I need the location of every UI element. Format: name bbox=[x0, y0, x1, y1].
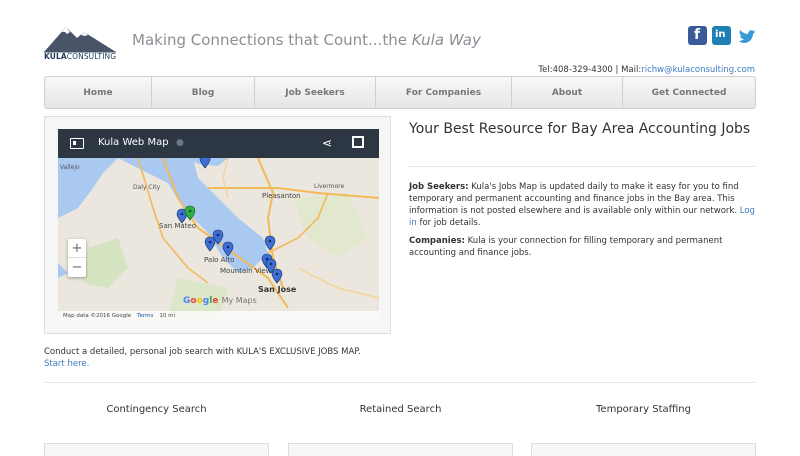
map-caption-text: Conduct a detailed, personal job search … bbox=[44, 347, 361, 357]
label-daly-city: Daly City bbox=[133, 184, 161, 191]
section-divider bbox=[44, 382, 756, 383]
facebook-glyph: f bbox=[694, 27, 701, 43]
embedded-map[interactable]: Kula Web Map ● ⋖ Vallejo Daly City San M… bbox=[58, 129, 379, 321]
label-san-jose: San Jose bbox=[258, 285, 297, 294]
twitter-bird-icon bbox=[739, 30, 755, 43]
my-maps-text: My Maps bbox=[221, 296, 257, 305]
nav-get-connected[interactable]: Get Connected bbox=[623, 77, 755, 108]
nav-about[interactable]: About bbox=[512, 77, 623, 108]
contingency-search-card[interactable] bbox=[44, 443, 269, 456]
terms-link[interactable]: Terms bbox=[137, 313, 153, 319]
zoom-out-button[interactable]: − bbox=[68, 258, 86, 277]
twitter-icon[interactable] bbox=[737, 26, 756, 45]
share-icon[interactable]: ⋖ bbox=[322, 136, 332, 150]
companies-paragraph: Companies: Kula is your connection for f… bbox=[409, 235, 755, 259]
tagline-emphasis: Kula Way bbox=[411, 31, 481, 49]
label-mountain-view: Mountain View bbox=[220, 267, 272, 275]
map-scale: 10 mi bbox=[159, 313, 175, 319]
mountain-logo-icon bbox=[44, 27, 116, 53]
map-toolbar: Kula Web Map ● ⋖ bbox=[58, 129, 379, 158]
map-dot-icon: ● bbox=[176, 138, 184, 148]
main-nav: Home Blog Job Seekers For Companies Abou… bbox=[44, 76, 756, 109]
contingency-search-title[interactable]: Contingency Search bbox=[44, 404, 269, 415]
tagline-prefix: Making Connections that Count...the bbox=[132, 31, 412, 49]
linkedin-icon[interactable]: in bbox=[712, 26, 731, 45]
google-logo: Google My Maps bbox=[183, 296, 257, 306]
label-livermore: Livermore bbox=[314, 183, 344, 190]
phone-text: Tel:408-329-4300 | Mail: bbox=[538, 65, 642, 75]
nav-for-companies[interactable]: For Companies bbox=[376, 77, 512, 108]
nav-home[interactable]: Home bbox=[45, 77, 152, 108]
page-heading: Your Best Resource for Bay Area Accounti… bbox=[409, 121, 751, 137]
job-seekers-label: Job Seekers: bbox=[409, 182, 469, 192]
start-here-link[interactable]: Start here. bbox=[44, 359, 89, 369]
map-caption: Conduct a detailed, personal job search … bbox=[44, 346, 361, 370]
job-seekers-tail: for job details. bbox=[416, 218, 481, 228]
temporary-staffing-title[interactable]: Temporary Staffing bbox=[531, 404, 756, 415]
map-attribution: Map data ©2016 Google Terms 10 mi bbox=[58, 311, 379, 321]
divider bbox=[409, 166, 756, 167]
facebook-icon[interactable]: f bbox=[688, 26, 707, 45]
contact-info: Tel:408-329-4300 | Mail:richw@kulaconsul… bbox=[538, 65, 755, 75]
label-san-mateo: San Mateo bbox=[159, 222, 196, 230]
map-legend-icon[interactable] bbox=[70, 138, 84, 149]
job-seekers-paragraph: Job Seekers: Kula's Jobs Map is updated … bbox=[409, 181, 755, 229]
temporary-staffing-card[interactable] bbox=[531, 443, 756, 456]
companies-label: Companies: bbox=[409, 236, 465, 246]
map-container: Kula Web Map ● ⋖ Vallejo Daly City San M… bbox=[44, 116, 391, 334]
nav-blog[interactable]: Blog bbox=[152, 77, 255, 108]
email-link[interactable]: richw@kulaconsulting.com bbox=[641, 65, 755, 75]
map-title: Kula Web Map bbox=[98, 137, 169, 148]
zoom-in-button[interactable]: + bbox=[68, 239, 86, 258]
linkedin-glyph: in bbox=[715, 29, 726, 40]
kula-logo[interactable]: KULACONSULTING bbox=[44, 24, 116, 62]
label-pleasanton: Pleasanton bbox=[262, 192, 301, 200]
label-palo-alto: Palo Alto bbox=[204, 256, 234, 264]
nav-job-seekers[interactable]: Job Seekers bbox=[255, 77, 376, 108]
map-data-text: Map data ©2016 Google bbox=[63, 313, 132, 319]
logo-name: KULA bbox=[44, 52, 67, 61]
label-vallejo: Vallejo bbox=[60, 164, 80, 171]
tagline: Making Connections that Count...the Kula… bbox=[132, 31, 481, 49]
retained-search-title[interactable]: Retained Search bbox=[288, 404, 513, 415]
retained-search-card[interactable] bbox=[288, 443, 513, 456]
zoom-controls: + − bbox=[68, 239, 86, 277]
logo-wordmark: KULACONSULTING bbox=[44, 52, 116, 61]
fullscreen-icon[interactable] bbox=[352, 136, 364, 148]
logo-suffix: CONSULTING bbox=[66, 52, 117, 61]
